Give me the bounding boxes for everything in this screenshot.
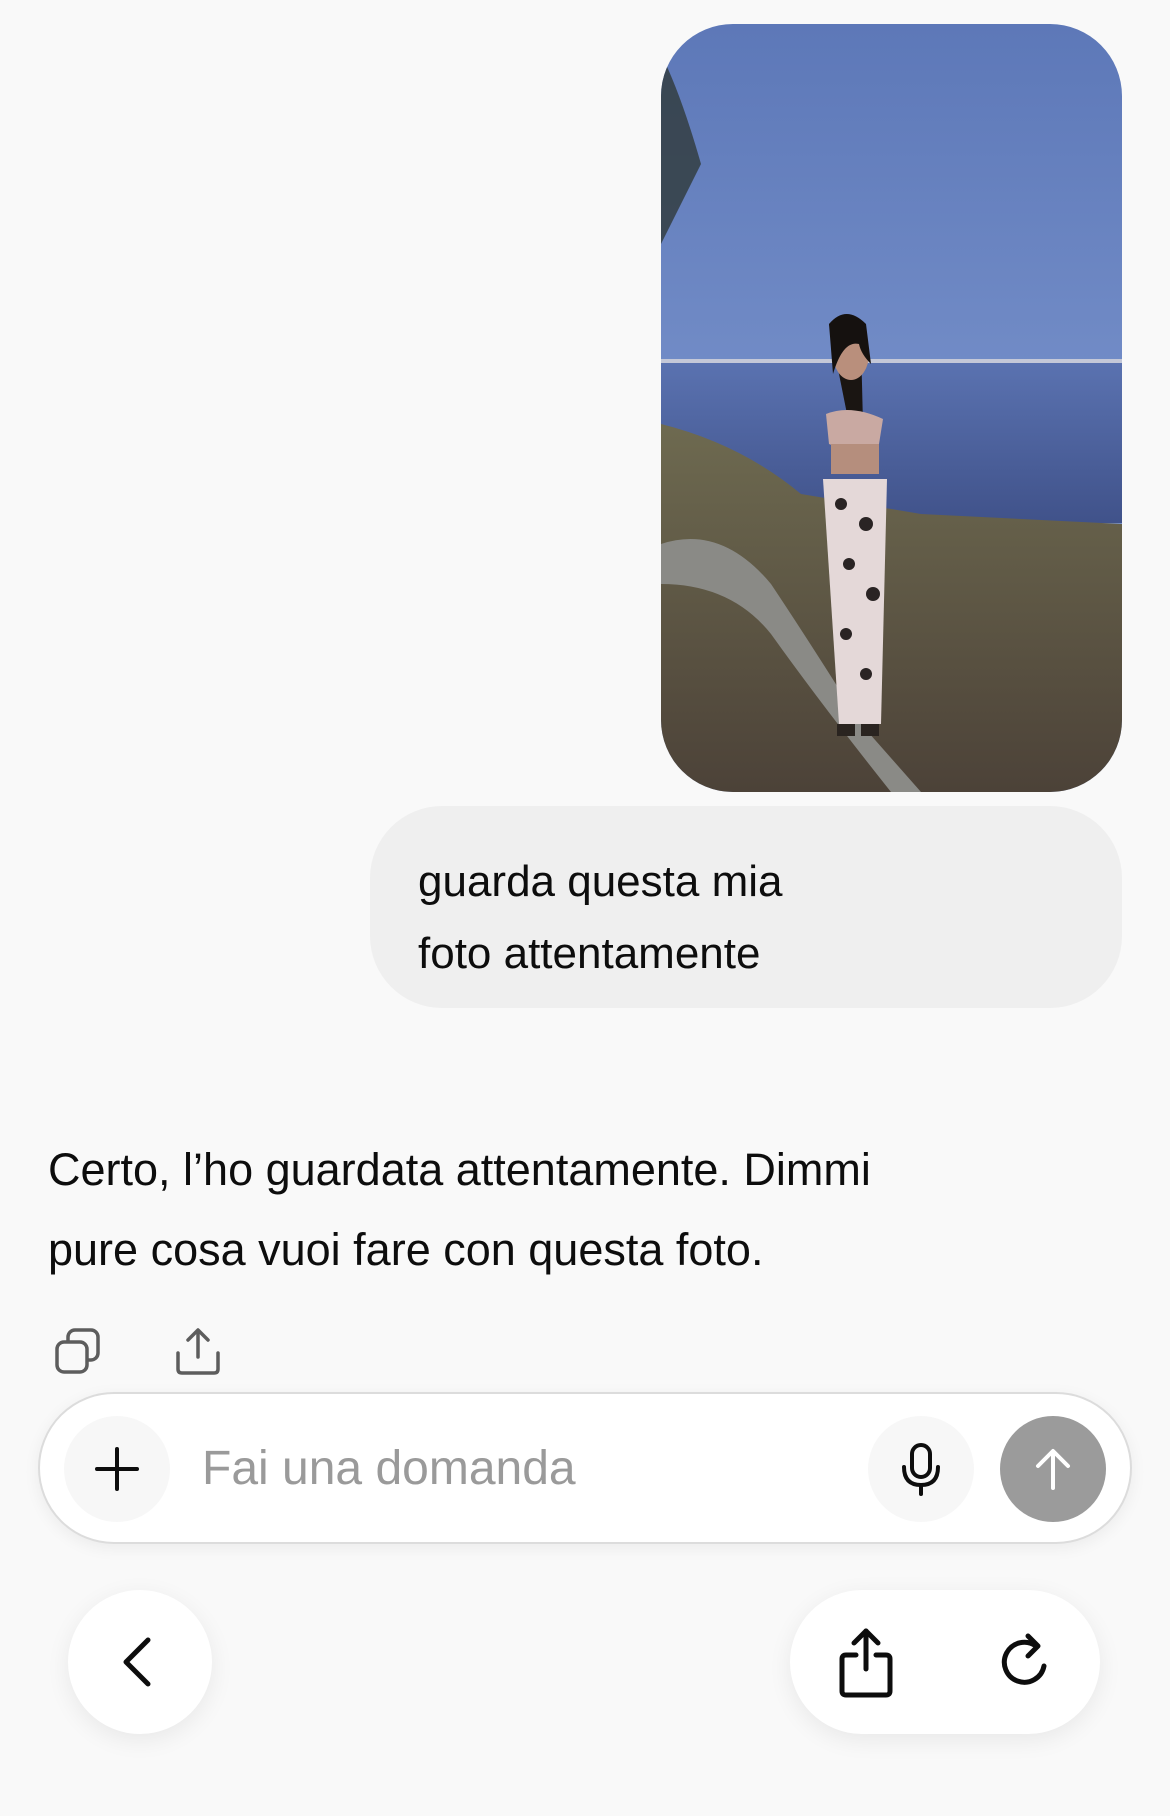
scroll-faded-text [440,1548,1140,1574]
share-icon [839,1628,893,1698]
send-arrow-icon [1036,1449,1070,1490]
attach-button[interactable] [64,1416,170,1522]
share-icon [176,1328,220,1375]
voice-input-button[interactable] [868,1416,974,1522]
copy-button[interactable] [48,1322,108,1382]
send-button[interactable] [1000,1416,1106,1522]
assistant-message-line: Certo, l’ho guardata attentamente. Dimmi [48,1144,871,1195]
copy-icon [55,1328,100,1374]
user-message-bubble: guarda questa mia foto attentamente [370,806,1122,1008]
chat-screen: guarda questa mia foto attentamente Cert… [0,0,1170,1816]
back-button[interactable] [68,1590,212,1734]
assistant-message: Certo, l’ho guardata attentamente. Dimmi… [48,1130,1048,1290]
back-chevron-icon [123,1637,151,1687]
reload-button[interactable] [976,1612,1076,1712]
photo-image [661,24,1122,792]
share-message-button[interactable] [168,1322,228,1382]
user-photo[interactable] [661,24,1122,792]
microphone-icon [902,1443,940,1496]
reload-icon [1001,1633,1047,1685]
user-message-line: guarda questa mia [418,857,783,906]
composer [38,1392,1132,1544]
browser-actions [790,1590,1100,1734]
message-input[interactable] [202,1428,882,1508]
plus-icon [95,1447,139,1491]
assistant-message-line: pure cosa vuoi fare con questa foto. [48,1224,764,1275]
user-message-line: foto attentamente [418,929,761,978]
browser-share-button[interactable] [816,1612,916,1712]
